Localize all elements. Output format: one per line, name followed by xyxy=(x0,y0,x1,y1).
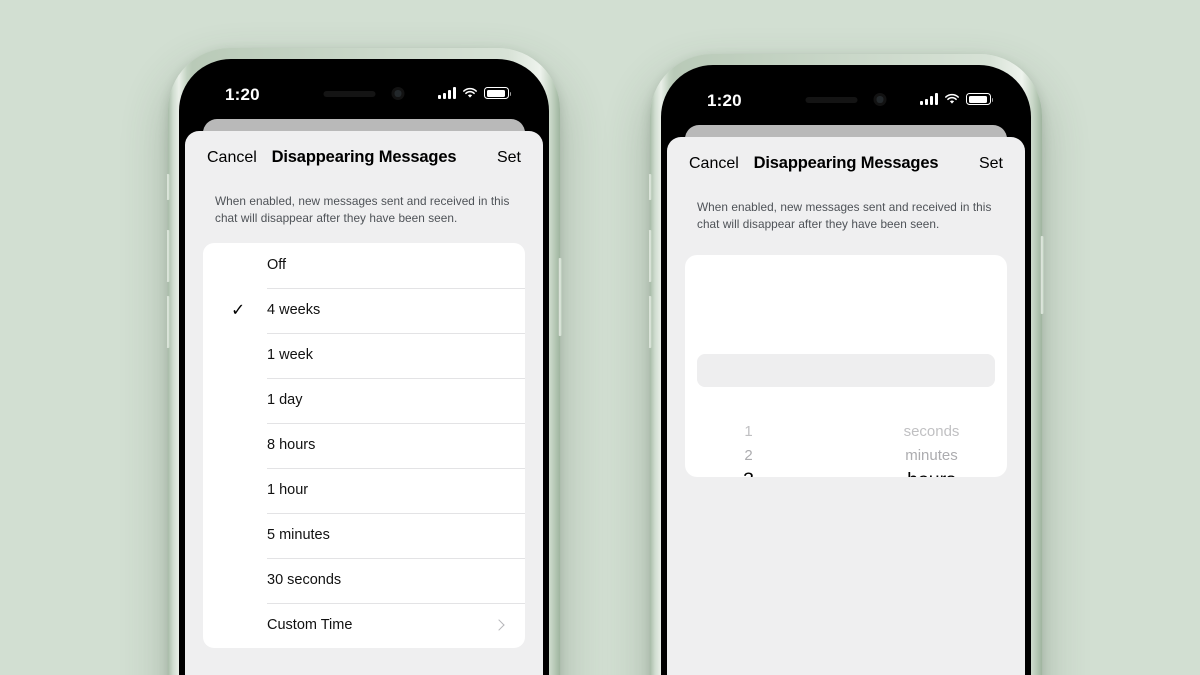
mute-switch[interactable] xyxy=(648,174,652,200)
option-row-8-hours[interactable]: 8 hours xyxy=(203,422,525,468)
volume-up-button[interactable] xyxy=(648,230,652,282)
picker-item-selected[interactable]: 3 xyxy=(685,470,846,477)
option-row-4-weeks[interactable]: ✓ 4 weeks xyxy=(203,287,525,333)
picker-item[interactable]: 2 xyxy=(685,448,846,463)
status-time: 1:20 xyxy=(707,91,742,110)
status-icons xyxy=(438,87,512,99)
set-button[interactable]: Set xyxy=(497,149,521,167)
picker-item[interactable]: minutes xyxy=(846,448,1007,463)
option-row-1-hour[interactable]: 1 hour xyxy=(203,467,525,513)
page-title: Disappearing Messages xyxy=(271,148,457,166)
phone-screen-right: 1:20 Cancel Disappearing Messages Set Wh… xyxy=(667,71,1025,675)
phone-bezel-left: 1:20 Cancel Disappearing Messages Set Wh… xyxy=(179,59,549,675)
wifi-icon xyxy=(945,93,959,104)
sheet-description: When enabled, new messages sent and rece… xyxy=(697,200,992,231)
status-time: 1:20 xyxy=(225,85,260,104)
option-row-5-minutes[interactable]: 5 minutes xyxy=(203,512,525,558)
sheet-description: When enabled, new messages sent and rece… xyxy=(215,194,510,225)
option-label: Custom Time xyxy=(267,617,353,633)
option-row-custom-time[interactable]: Custom Time xyxy=(203,602,525,648)
set-button[interactable]: Set xyxy=(979,155,1003,173)
volume-up-button[interactable] xyxy=(166,230,170,282)
duration-options-list: Off ✓ 4 weeks 1 week 1 day 8 hours 1 hou… xyxy=(203,242,525,648)
picker-item-selected[interactable]: hours xyxy=(846,470,1007,477)
checkmark-icon: ✓ xyxy=(231,300,246,320)
battery-icon xyxy=(966,93,994,105)
volume-down-button[interactable] xyxy=(166,296,170,348)
option-label: 1 day xyxy=(267,392,303,408)
custom-time-picker[interactable]: 1 2 3 4 5 6 seconds minutes hours xyxy=(685,254,1007,477)
phone-bezel-right: 1:20 Cancel Disappearing Messages Set Wh… xyxy=(661,65,1031,675)
sheet-navbar-right: Cancel Disappearing Messages Set xyxy=(667,137,1025,195)
signal-bars-icon xyxy=(920,93,938,105)
disappearing-messages-sheet-left: Cancel Disappearing Messages Set When en… xyxy=(185,131,543,675)
option-label: 5 minutes xyxy=(267,527,330,543)
sheet-navbar-left: Cancel Disappearing Messages Set xyxy=(185,131,543,189)
option-row-off[interactable]: Off xyxy=(203,243,525,288)
mute-switch[interactable] xyxy=(166,174,170,200)
earpiece-speaker-icon xyxy=(323,90,376,97)
disappearing-messages-sheet-right: Cancel Disappearing Messages Set When en… xyxy=(667,137,1025,675)
power-button[interactable] xyxy=(558,258,562,336)
option-row-1-week[interactable]: 1 week xyxy=(203,332,525,378)
earpiece-speaker-icon xyxy=(805,96,858,103)
picker-item[interactable]: seconds xyxy=(846,424,1007,439)
option-label: 4 weeks xyxy=(267,302,321,318)
phone-screen-left: 1:20 Cancel Disappearing Messages Set Wh… xyxy=(185,65,543,675)
option-label: 8 hours xyxy=(267,437,316,453)
phone-right: 1:20 Cancel Disappearing Messages Set Wh… xyxy=(648,54,1044,675)
status-icons xyxy=(920,93,994,105)
phone-left: 1:20 Cancel Disappearing Messages Set Wh… xyxy=(166,48,562,675)
wifi-icon xyxy=(463,87,477,98)
option-label: 1 week xyxy=(267,347,313,363)
dynamic-island-right xyxy=(805,93,887,106)
picker-wheels: 1 2 3 4 5 6 seconds minutes hours xyxy=(685,255,1007,477)
option-label: Off xyxy=(267,257,287,273)
signal-bars-icon xyxy=(438,87,456,99)
option-label: 1 hour xyxy=(267,482,309,498)
front-camera-icon xyxy=(873,93,887,106)
volume-down-button[interactable] xyxy=(648,296,652,348)
screenshot-stage: 1:20 Cancel Disappearing Messages Set Wh… xyxy=(0,0,1200,675)
dynamic-island-left xyxy=(323,87,405,100)
battery-icon xyxy=(484,87,512,99)
page-title: Disappearing Messages xyxy=(753,154,939,172)
power-button[interactable] xyxy=(1040,236,1044,314)
option-label: 30 seconds xyxy=(267,572,342,588)
front-camera-icon xyxy=(391,87,405,100)
chevron-right-icon xyxy=(493,619,505,631)
option-row-1-day[interactable]: 1 day xyxy=(203,377,525,423)
option-row-30-seconds[interactable]: 30 seconds xyxy=(203,557,525,603)
picker-item[interactable]: 1 xyxy=(685,424,846,439)
